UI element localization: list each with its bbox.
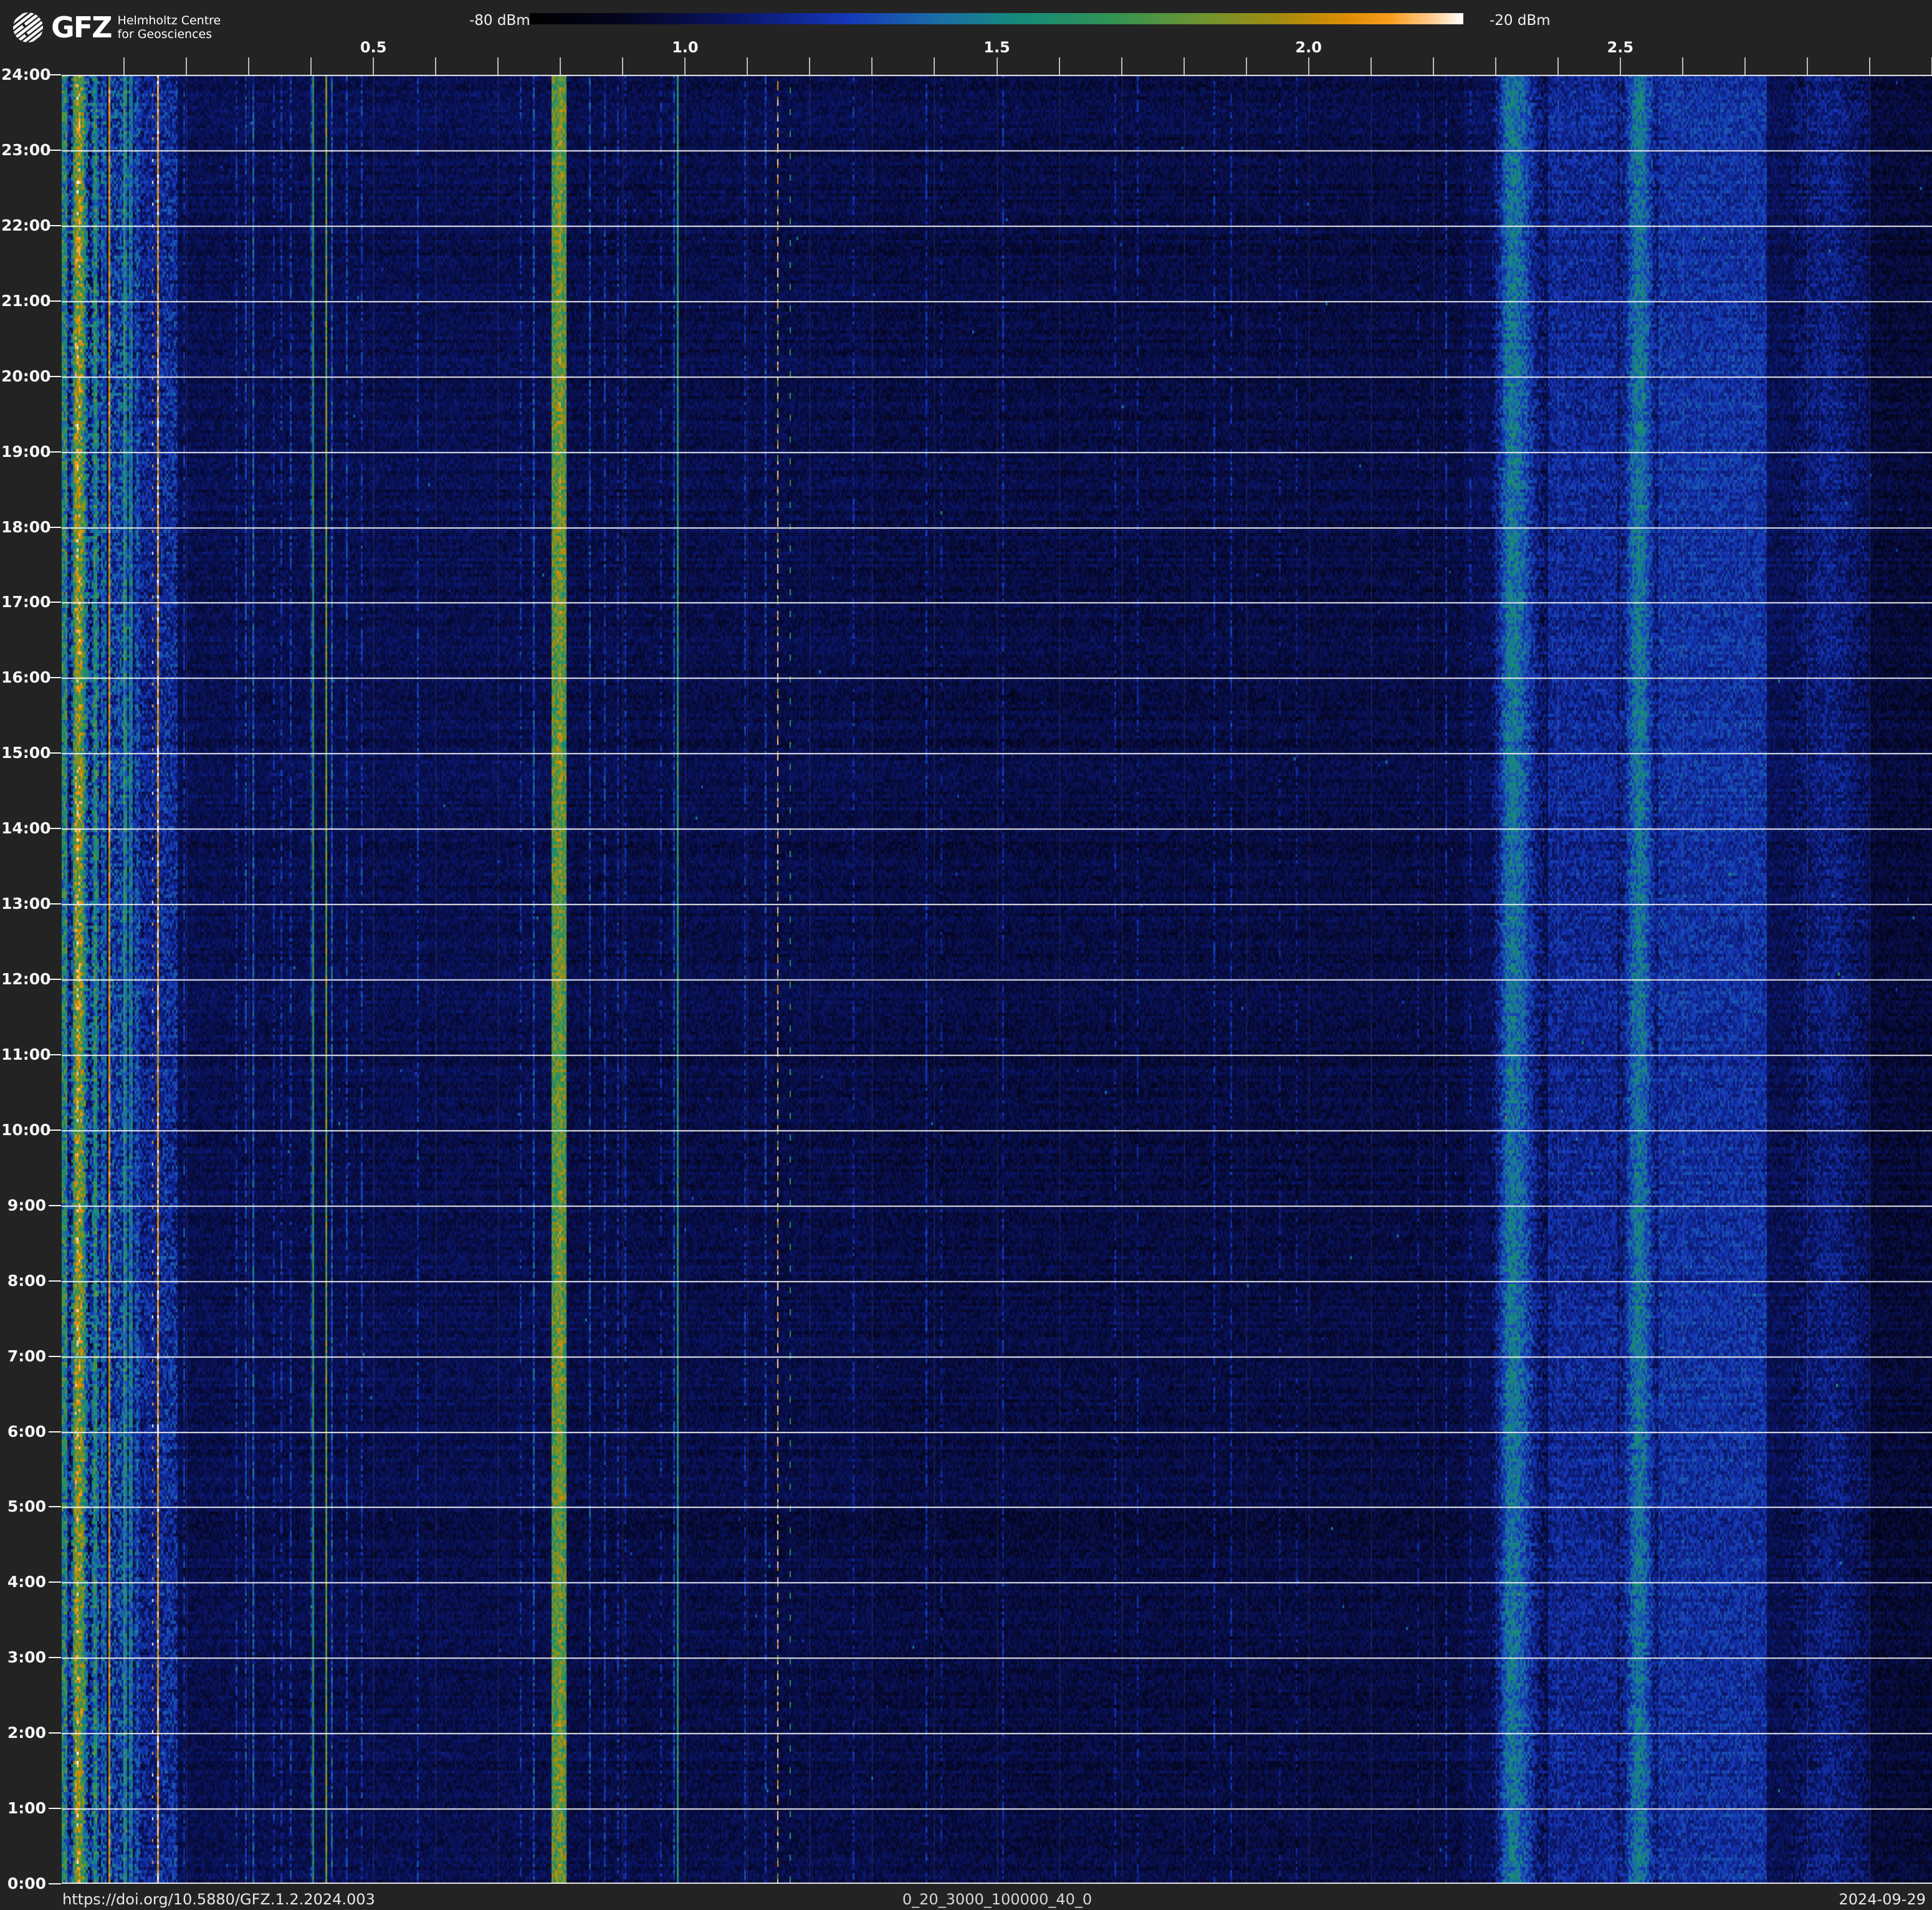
footer-filename: 0_20_3000_100000_40_0 — [902, 1891, 1092, 1908]
page: GFZ Helmholtz Centre for Geosciences -80… — [0, 0, 1932, 1910]
x-axis-tick — [497, 57, 499, 75]
x-axis-label: 0.5 — [360, 39, 387, 56]
x-axis-tick — [310, 57, 312, 75]
gfz-globe-icon — [12, 12, 44, 43]
y-axis-tick — [49, 1205, 61, 1206]
x-axis-label: 2.5 — [1607, 39, 1634, 56]
x-axis-tick — [123, 57, 125, 75]
y-axis-tick — [49, 527, 61, 528]
y-axis-tick — [49, 1130, 61, 1131]
y-axis-label: 1:00 — [1, 1799, 46, 1817]
y-axis-label: 6:00 — [1, 1422, 46, 1440]
y-axis-label: 19:00 — [1, 442, 46, 460]
colorbar-max-label: -20 dBm — [1490, 12, 1551, 29]
x-axis-tick — [1308, 57, 1309, 75]
y-axis-tick — [49, 376, 61, 377]
y-axis-tick — [49, 602, 61, 603]
y-axis-label: 24:00 — [1, 65, 46, 84]
x-axis-label: 2.0 — [1295, 39, 1322, 56]
footer-doi-link: https://doi.org/10.5880/GFZ.1.2.2024.003 — [62, 1891, 375, 1908]
x-axis-tick — [997, 57, 998, 75]
x-axis-tick — [1557, 57, 1559, 75]
x-axis-tick — [1495, 57, 1496, 75]
y-axis-label: 0:00 — [1, 1874, 46, 1893]
y-axis-label: 11:00 — [1, 1045, 46, 1063]
y-axis-tick — [49, 677, 61, 678]
x-axis-tick — [1620, 57, 1621, 75]
y-axis-label: 22:00 — [1, 216, 46, 234]
y-axis-tick — [49, 1280, 61, 1282]
y-axis-tick — [49, 150, 61, 151]
x-axis-tick — [1121, 57, 1122, 75]
y-axis-label: 21:00 — [1, 292, 46, 310]
y-axis-tick — [49, 1581, 61, 1583]
colorbar-gradient — [530, 13, 1463, 24]
y-axis-tick — [49, 1883, 61, 1884]
y-axis-label: 3:00 — [1, 1648, 46, 1666]
x-axis-tick — [871, 57, 873, 75]
y-axis-label: 8:00 — [1, 1272, 46, 1290]
x-axis-tick — [1744, 57, 1746, 75]
y-axis-tick — [49, 1506, 61, 1507]
x-axis-tick — [1370, 57, 1372, 75]
x-axis-tick — [809, 57, 810, 75]
y-axis-tick — [49, 1356, 61, 1357]
y-axis-tick — [49, 74, 61, 75]
x-axis-tick — [1246, 57, 1247, 75]
y-axis-label: 15:00 — [1, 744, 46, 762]
y-axis-label: 14:00 — [1, 819, 46, 837]
x-axis-tick — [684, 57, 686, 75]
logo-subtitle-line2: for Geosciences — [118, 27, 221, 41]
x-axis-tick — [1433, 57, 1434, 75]
x-axis-tick — [373, 57, 374, 75]
x-axis-label: 1.0 — [672, 39, 699, 56]
x-axis-tick — [622, 57, 623, 75]
y-axis-label: 23:00 — [1, 141, 46, 159]
y-axis-tick — [49, 752, 61, 754]
x-axis-tick — [560, 57, 561, 75]
y-axis-tick — [49, 451, 61, 453]
x-axis-tick — [435, 57, 436, 75]
y-axis-label: 9:00 — [1, 1196, 46, 1214]
x-axis-tick — [1869, 57, 1870, 75]
y-axis-label: 7:00 — [1, 1346, 46, 1365]
logo-subtitle-line1: Helmholtz Centre — [118, 14, 221, 27]
x-axis-tick — [934, 57, 935, 75]
y-axis-label: 17:00 — [1, 593, 46, 611]
x-axis-tick — [747, 57, 748, 75]
y-axis-tick — [49, 1808, 61, 1809]
y-axis-tick — [49, 828, 61, 829]
y-axis-tick — [49, 1732, 61, 1734]
spectrogram-heatmap — [62, 75, 1932, 1884]
gfz-logo: GFZ Helmholtz Centre for Geosciences — [12, 10, 221, 45]
y-axis-label: 12:00 — [1, 970, 46, 988]
footer-date: 2024-09-29 — [1839, 1891, 1926, 1908]
x-axis-tick — [186, 57, 187, 75]
y-axis-label: 2:00 — [1, 1724, 46, 1742]
logo-subtitle: Helmholtz Centre for Geosciences — [118, 14, 221, 41]
colorbar-min-label: -80 dBm — [469, 12, 530, 29]
y-axis-label: 20:00 — [1, 367, 46, 385]
y-axis-label: 4:00 — [1, 1573, 46, 1591]
y-axis-tick — [49, 1054, 61, 1055]
y-axis-tick — [49, 300, 61, 302]
x-axis-tick — [1682, 57, 1683, 75]
x-axis-tick — [1807, 57, 1808, 75]
y-axis-label: 13:00 — [1, 895, 46, 913]
y-axis-label: 5:00 — [1, 1497, 46, 1515]
y-axis-tick — [49, 903, 61, 905]
x-axis-tick — [1184, 57, 1185, 75]
y-axis-tick — [49, 979, 61, 980]
y-axis-label: 10:00 — [1, 1121, 46, 1139]
y-axis-tick — [49, 1431, 61, 1432]
x-axis-label: 1.5 — [983, 39, 1010, 56]
x-axis-tick — [248, 57, 249, 75]
logo-brand: GFZ — [51, 13, 112, 42]
x-axis-tick — [1059, 57, 1060, 75]
y-axis-tick — [49, 1657, 61, 1658]
y-axis-label: 18:00 — [1, 517, 46, 535]
y-axis-tick — [49, 225, 61, 226]
y-axis-label: 16:00 — [1, 668, 46, 686]
